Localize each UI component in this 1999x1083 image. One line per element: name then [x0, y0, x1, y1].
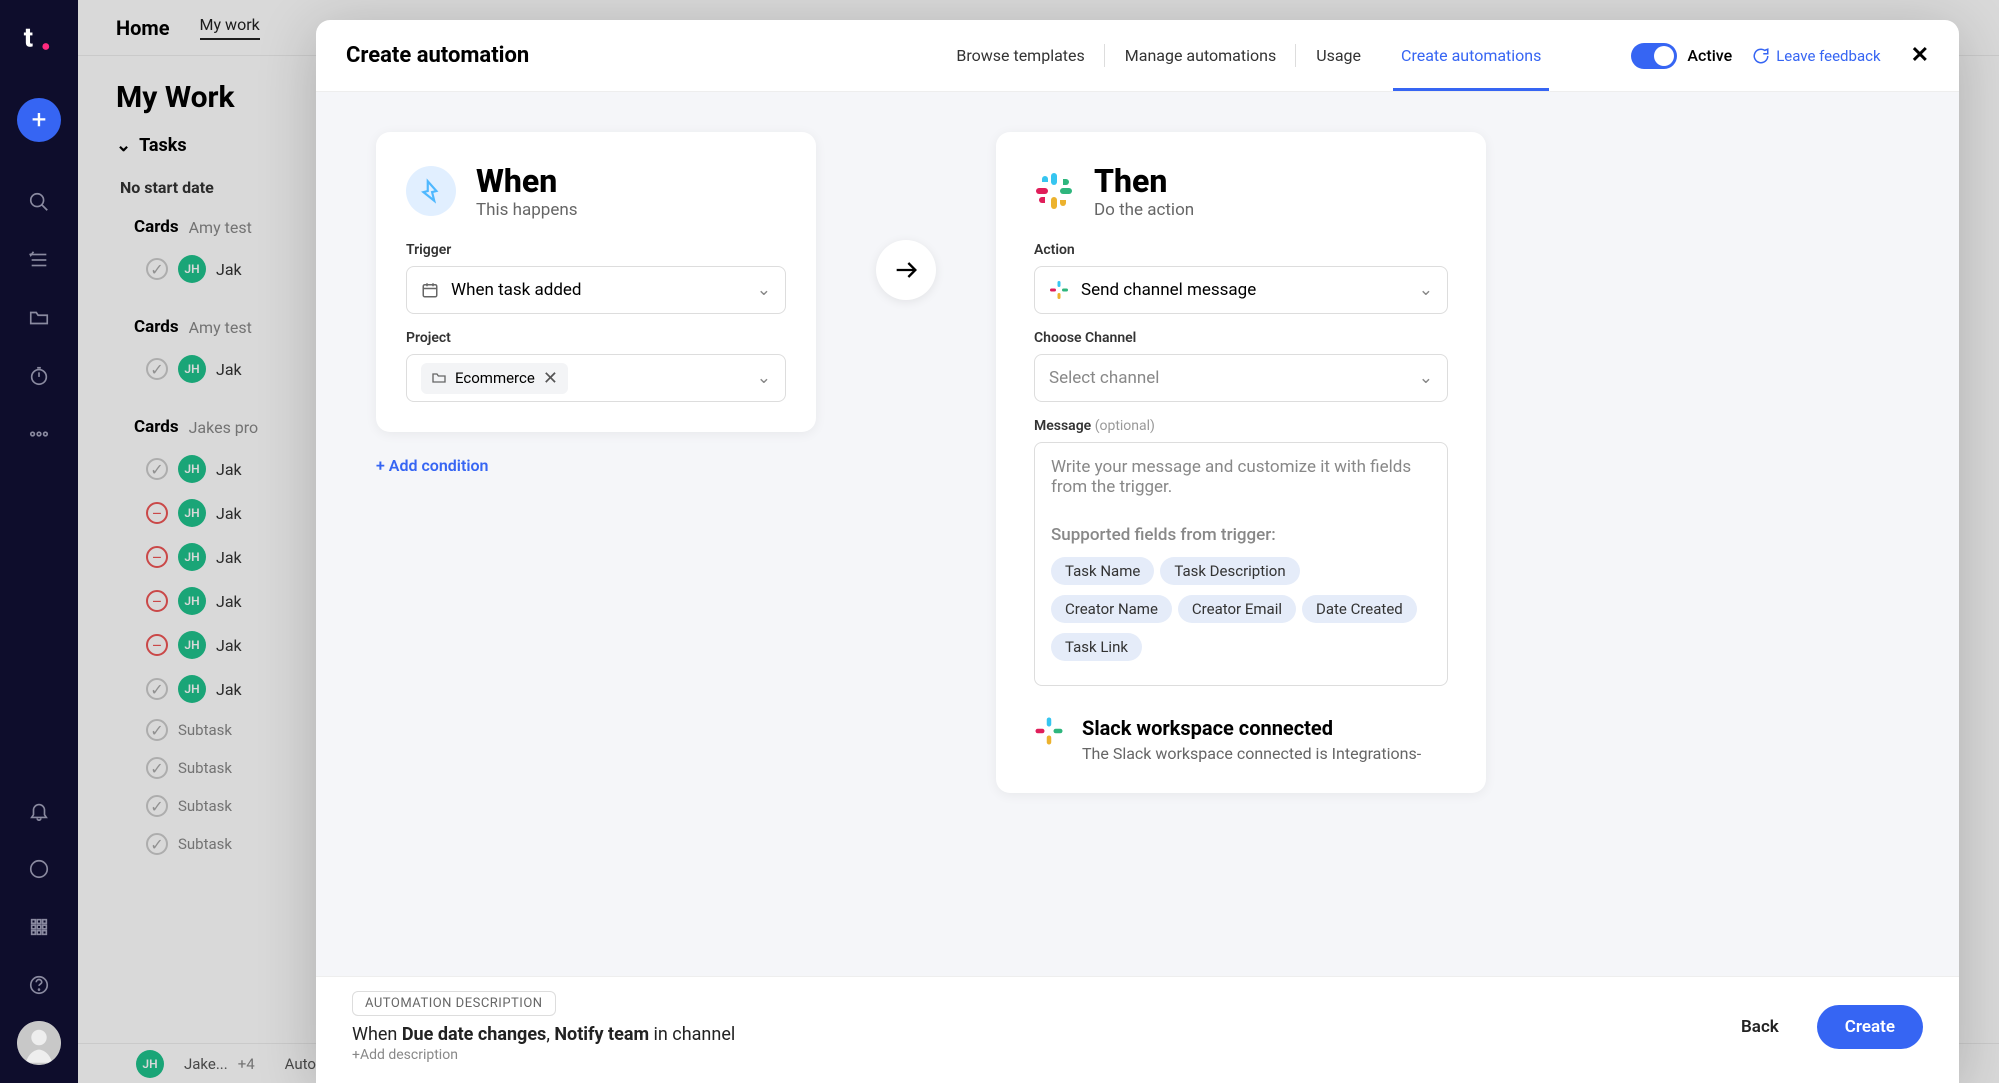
create-button[interactable]: Create	[1817, 1005, 1923, 1049]
project-label: Project	[406, 330, 786, 346]
field-chip-creator-name[interactable]: Creator Name	[1051, 595, 1172, 623]
project-chip: Ecommerce ✕	[421, 363, 568, 394]
modal-title: Create automation	[346, 43, 529, 68]
then-column: Then Do the action Action Send channel m…	[996, 132, 1486, 976]
when-title: When	[476, 162, 578, 200]
remove-chip-icon[interactable]: ✕	[543, 368, 558, 389]
channel-select[interactable]: Select channel ⌄	[1034, 354, 1448, 402]
bell-icon[interactable]	[17, 789, 61, 833]
supported-fields-label: Supported fields from trigger:	[1051, 525, 1431, 545]
channel-label: Choose Channel	[1034, 330, 1448, 346]
connection-card: Slack workspace connected The Slack work…	[1034, 716, 1448, 763]
timer-icon[interactable]	[17, 354, 61, 398]
user-avatar[interactable]	[17, 1021, 61, 1065]
message-placeholder: Write your message and customize it with…	[1051, 457, 1431, 497]
modal-footer: AUTOMATION DESCRIPTION When Due date cha…	[316, 976, 1959, 1083]
then-sub: Do the action	[1094, 200, 1194, 220]
back-button[interactable]: Back	[1723, 1005, 1797, 1049]
leave-feedback-link[interactable]: Leave feedback	[1752, 47, 1880, 65]
project-chip-label: Ecommerce	[455, 369, 535, 387]
modal-tab-manage-automations[interactable]: Manage automations	[1105, 20, 1296, 91]
trigger-select[interactable]: When task added ⌄	[406, 266, 786, 314]
chat-icon[interactable]	[17, 847, 61, 891]
arrow-connector	[876, 240, 936, 300]
trigger-label: Trigger	[406, 242, 786, 258]
when-card: When This happens Trigger When task adde…	[376, 132, 816, 432]
field-chip-task-description[interactable]: Task Description	[1160, 557, 1299, 585]
message-label: Message (optional)	[1034, 418, 1448, 434]
add-condition-button[interactable]: + Add condition	[376, 456, 816, 475]
action-select[interactable]: Send channel message ⌄	[1034, 266, 1448, 314]
then-title: Then	[1094, 162, 1194, 200]
search-icon[interactable]	[17, 180, 61, 224]
active-label: Active	[1687, 46, 1732, 65]
chevron-down-icon: ⌄	[1419, 280, 1433, 300]
slack-icon	[1034, 171, 1074, 211]
connection-title: Slack workspace connected	[1082, 716, 1421, 740]
close-icon[interactable]: ✕	[1911, 43, 1929, 68]
chevron-down-icon: ⌄	[757, 280, 771, 300]
tasks-icon[interactable]	[17, 238, 61, 282]
channel-placeholder: Select channel	[1049, 368, 1159, 388]
apps-icon[interactable]	[17, 905, 61, 949]
action-label: Action	[1034, 242, 1448, 258]
folder-icon[interactable]	[17, 296, 61, 340]
connection-sub: The Slack workspace connected is Integra…	[1082, 744, 1421, 763]
svg-text:t: t	[24, 22, 33, 54]
more-icon[interactable]	[17, 412, 61, 456]
field-chip-creator-email[interactable]: Creator Email	[1178, 595, 1296, 623]
trigger-icon	[406, 166, 456, 216]
feedback-label: Leave feedback	[1776, 47, 1880, 65]
add-description-button[interactable]: +Add description	[352, 1047, 735, 1063]
description-line: When Due date changes, Notify team in ch…	[352, 1024, 735, 1045]
action-value: Send channel message	[1081, 280, 1256, 300]
description-badge: AUTOMATION DESCRIPTION	[352, 991, 556, 1016]
then-card: Then Do the action Action Send channel m…	[996, 132, 1486, 793]
field-chip-task-link[interactable]: Task Link	[1051, 633, 1142, 661]
modal-header: Create automation Browse templatesManage…	[316, 20, 1959, 92]
help-icon[interactable]	[17, 963, 61, 1007]
field-chip-date-created[interactable]: Date Created	[1302, 595, 1417, 623]
trigger-value: When task added	[451, 280, 582, 300]
chevron-down-icon: ⌄	[1419, 368, 1433, 388]
slack-icon	[1034, 716, 1064, 746]
project-select[interactable]: Ecommerce ✕ ⌄	[406, 354, 786, 402]
field-chip-task-name[interactable]: Task Name	[1051, 557, 1154, 585]
app-logo: t	[19, 18, 59, 58]
active-toggle[interactable]	[1631, 43, 1677, 69]
calendar-icon	[421, 281, 439, 299]
app-sidebar: t +	[0, 0, 78, 1083]
main-content: Home My work My Work ⌄ Tasks No start da…	[78, 0, 1999, 1083]
folder-icon	[431, 370, 447, 386]
chevron-down-icon: ⌄	[757, 368, 771, 388]
add-button[interactable]: +	[17, 98, 61, 142]
when-column: When This happens Trigger When task adde…	[376, 132, 816, 976]
automation-modal: Create automation Browse templatesManage…	[316, 20, 1959, 1083]
modal-tab-create-automations[interactable]: Create automations	[1381, 20, 1561, 91]
when-sub: This happens	[476, 200, 578, 220]
message-textarea[interactable]: Write your message and customize it with…	[1034, 442, 1448, 686]
slack-icon	[1049, 280, 1069, 300]
modal-tab-browse-templates[interactable]: Browse templates	[936, 20, 1104, 91]
modal-tab-usage[interactable]: Usage	[1296, 20, 1381, 91]
